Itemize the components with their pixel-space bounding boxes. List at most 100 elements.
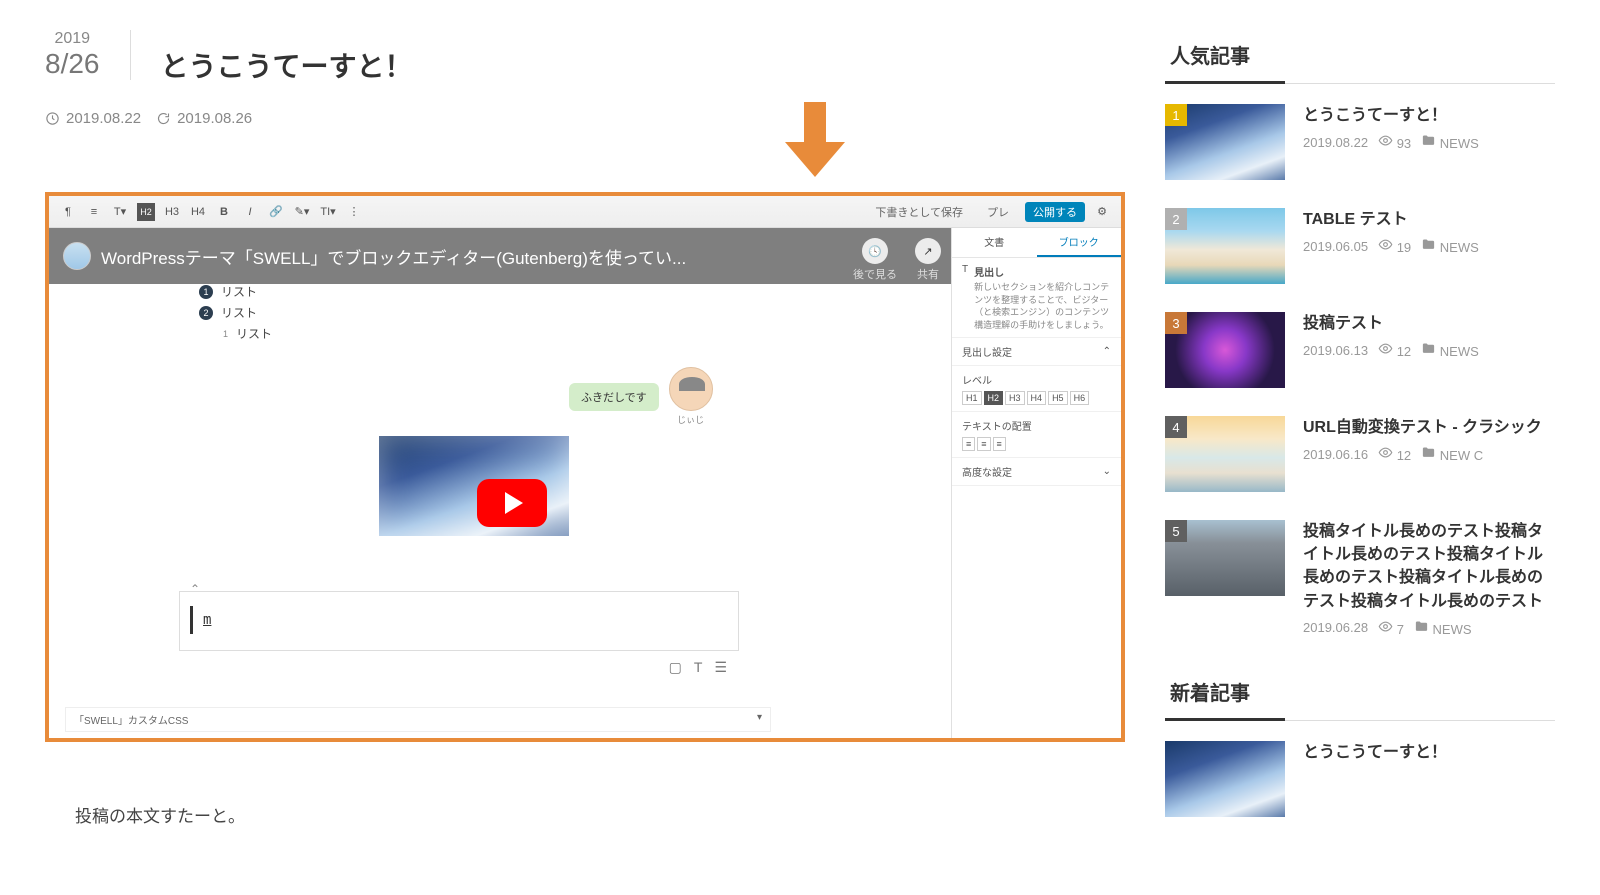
italic-icon[interactable]: I [241, 203, 259, 221]
rank-badge: 4 [1165, 416, 1187, 438]
post-month-day: 8/26 [45, 48, 100, 80]
play-button[interactable] [477, 479, 547, 527]
pencil-icon[interactable]: ✎▾ [293, 203, 311, 221]
refresh-icon [156, 111, 171, 126]
publish-button[interactable]: 公開する [1025, 202, 1085, 222]
list-icon[interactable]: ☰ [714, 659, 739, 675]
save-draft-button[interactable]: 下書きとして保存 [867, 202, 971, 222]
arrow-down-icon [785, 102, 845, 182]
recent-heading: 新着記事 [1165, 667, 1555, 721]
popular-meta: 2019.06.28 7 NEWS [1303, 619, 1555, 637]
input-text[interactable]: m [203, 612, 211, 628]
more-icon[interactable]: ⋮ [345, 203, 363, 221]
custom-css-bar[interactable]: 「SWELL」カスタムCSS ▾ [65, 707, 771, 732]
link-icon[interactable]: 🔗 [267, 203, 285, 221]
post-header: 2019 8/26 とうこうてーすと！ [45, 30, 1125, 85]
align-left-icon[interactable]: ≡ [962, 437, 975, 451]
gear-icon[interactable]: ⚙ [1093, 203, 1111, 221]
paragraph-icon[interactable]: ¶ [59, 203, 77, 221]
list-badge-2: 2 [199, 306, 213, 320]
popular-body: 投稿タイトル長めのテスト投稿タイトル長めのテスト投稿タイトル長めのテスト投稿タイ… [1303, 520, 1555, 637]
eye-icon [1378, 341, 1393, 356]
h4-option[interactable]: H4 [1027, 391, 1047, 405]
h1-option[interactable]: H1 [962, 391, 982, 405]
heading-type-icon: T [962, 264, 968, 275]
chevron-up-icon[interactable]: ⌃ [190, 582, 200, 596]
post-date-box: 2019 8/26 [45, 30, 131, 80]
published-date: 2019.08.22 [45, 110, 141, 127]
folder-icon [1421, 133, 1436, 148]
main-column: 2019 8/26 とうこうてーすと！ 2019.08.22 2019.08.2… [45, 30, 1125, 845]
editor-canvas[interactable]: 1リスト 2リスト 1リスト ふきだしです じぃじ [49, 228, 951, 738]
align-center-icon[interactable]: ≡ [977, 437, 990, 451]
tab-document[interactable]: 文書 [952, 228, 1037, 257]
h2-icon[interactable]: H2 [137, 203, 155, 221]
post-body-text: 投稿の本文すたーと。 [75, 802, 1125, 827]
level-label: レベル [962, 372, 1111, 387]
align-right-icon[interactable]: ≡ [993, 437, 1006, 451]
preview-button[interactable]: プレ [979, 202, 1017, 222]
list-badge-1: 1 [199, 285, 213, 299]
align-row: テキストの配置 ≡ ≡ ≡ [952, 412, 1121, 458]
category: NEWS [1421, 237, 1479, 255]
list-block: 1リスト 2リスト 1リスト [89, 283, 911, 342]
chevron-down-icon: ⌄ [1103, 466, 1111, 477]
thumbnail: 1 [1165, 104, 1285, 180]
speech-block: ふきだしです じぃじ [569, 367, 911, 426]
folder-icon [1421, 445, 1436, 460]
popular-date: 2019.06.28 [1303, 620, 1368, 635]
popular-item[interactable]: 2 TABLE テスト 2019.06.05 19 NEWS [1165, 208, 1555, 284]
text-block-icon[interactable]: T [694, 659, 715, 675]
popular-item[interactable]: 4 URL自動変換テスト - クラシック 2019.06.16 12 NEW C [1165, 416, 1555, 492]
h3-option[interactable]: H3 [1005, 391, 1025, 405]
block-heading-info: T 見出し 新しいセクションを紹介しコンテンツを整理することで、ビジター（と検索… [952, 258, 1121, 338]
heading-settings-row[interactable]: 見出し設定 ⌃ [952, 338, 1121, 366]
popular-item[interactable]: 5 投稿タイトル長めのテスト投稿タイトル長めのテスト投稿タイトル長めのテスト投稿… [1165, 520, 1555, 637]
h5-option[interactable]: H5 [1048, 391, 1068, 405]
h3-icon[interactable]: H3 [163, 203, 181, 221]
views: 19 [1378, 237, 1411, 255]
updated-date: 2019.08.26 [156, 110, 252, 127]
views: 93 [1378, 133, 1411, 151]
text-input-block[interactable]: ⌃ m [179, 591, 739, 651]
textsize-icon[interactable]: TI▾ [319, 203, 337, 221]
editor-toolbar: ¶ ≡ T▾ H2 H3 H4 B I 🔗 ✎▾ TI▾ ⋮ 下書きとして保存 … [49, 196, 1121, 228]
heading-label: 見出し [974, 268, 1004, 279]
speech-bubble: ふきだしです [569, 383, 659, 411]
eye-icon [1378, 445, 1393, 460]
heading-settings-label: 見出し設定 [962, 344, 1012, 359]
popular-body: 投稿テスト 2019.06.13 12 NEWS [1303, 312, 1555, 388]
image-icon[interactable]: ▢ [669, 659, 694, 675]
popular-meta: 2019.06.13 12 NEWS [1303, 341, 1555, 359]
h4-icon[interactable]: H4 [189, 203, 207, 221]
popular-item[interactable]: 1 とうこうてーすと！ 2019.08.22 93 NEWS [1165, 104, 1555, 180]
popular-meta: 2019.06.16 12 NEW C [1303, 445, 1555, 463]
text-icon[interactable]: T▾ [111, 203, 129, 221]
custom-css-label: 「SWELL」カスタムCSS [74, 712, 188, 727]
recent-item[interactable]: とうこうてーすと！ [1165, 741, 1555, 817]
sidebar: 人気記事 1 とうこうてーすと！ 2019.08.22 93 NEWS 2 TA… [1165, 30, 1555, 845]
bold-icon[interactable]: B [215, 203, 233, 221]
eye-icon [1378, 133, 1393, 148]
align-icon[interactable]: ≡ [85, 203, 103, 221]
popular-body: とうこうてーすと！ 2019.08.22 93 NEWS [1303, 104, 1555, 180]
category: NEWS [1421, 341, 1479, 359]
rank-badge: 1 [1165, 104, 1187, 126]
popular-title: 投稿タイトル長めのテスト投稿タイトル長めのテスト投稿タイトル長めのテスト投稿タイ… [1303, 520, 1555, 613]
advanced-row[interactable]: 高度な設定 ⌄ [952, 458, 1121, 486]
chevron-down-icon: ▾ [757, 712, 762, 727]
popular-item[interactable]: 3 投稿テスト 2019.06.13 12 NEWS [1165, 312, 1555, 388]
face-label: じぃじ [669, 413, 713, 426]
h6-option[interactable]: H6 [1070, 391, 1090, 405]
category: NEWS [1421, 133, 1479, 151]
eye-icon [1378, 237, 1393, 252]
tab-block[interactable]: ブロック [1037, 228, 1122, 257]
heading-desc: 新しいセクションを紹介しコンテンツを整理することで、ビジター（と検索エンジン）の… [974, 281, 1111, 331]
wp-editor: ¶ ≡ T▾ H2 H3 H4 B I 🔗 ✎▾ TI▾ ⋮ 下書きとして保存 … [49, 196, 1121, 738]
popular-date: 2019.06.05 [1303, 239, 1368, 254]
views: 12 [1378, 341, 1411, 359]
rank-badge: 3 [1165, 312, 1187, 334]
h2-option[interactable]: H2 [984, 391, 1004, 405]
popular-date: 2019.06.16 [1303, 447, 1368, 462]
thumbnail [1165, 741, 1285, 817]
